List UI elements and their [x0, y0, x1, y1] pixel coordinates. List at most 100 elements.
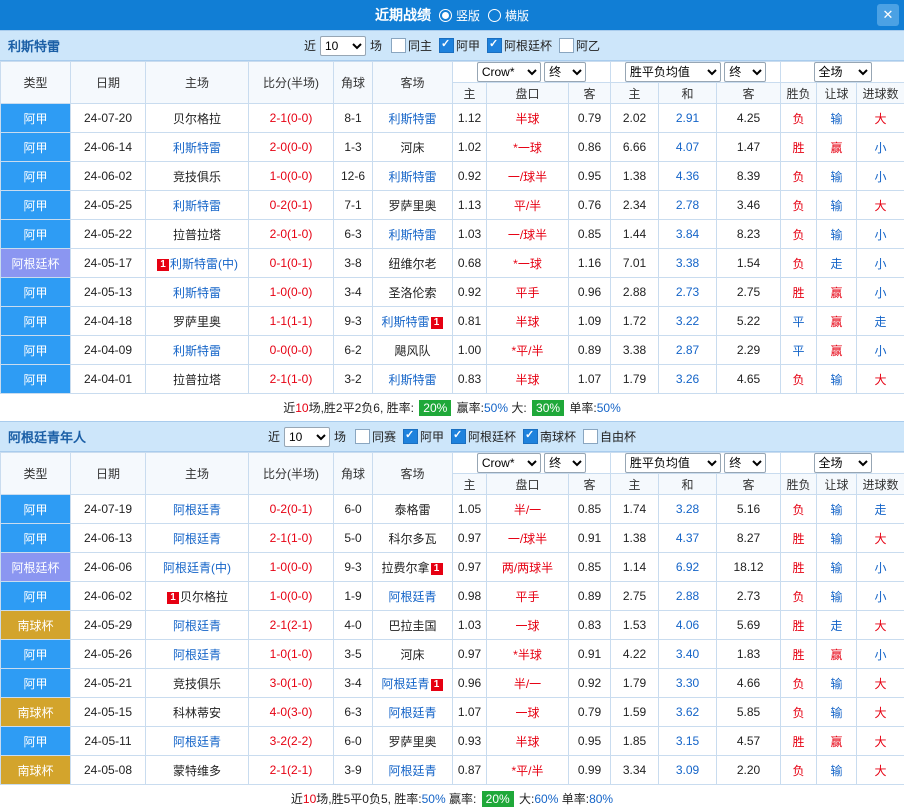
match-row: 阿甲 24-04-09 利斯特雷 0-0(0-0) 6-2 飓风队 1.00 *… [1, 336, 904, 365]
europe-odds-select[interactable]: 胜平负均值 [625, 62, 721, 82]
match-row: 南球杯 24-05-29 阿根廷青 2-1(2-1) 4-0 巴拉圭国 1.03… [1, 611, 904, 640]
odds-company-select[interactable]: Crow* [477, 62, 541, 82]
euro-home-odds: 1.79 [611, 365, 659, 394]
col-header-type: 类型 [1, 453, 71, 495]
score-cell: 1-0(0-0) [249, 582, 334, 611]
checkbox-checked-icon[interactable] [451, 429, 466, 444]
match-row: 阿甲 24-06-02 竞技俱乐 1-0(0-0) 12-6 利斯特雷 0.92… [1, 162, 904, 191]
score-cell: 1-0(1-0) [249, 640, 334, 669]
away-team-cell: 利斯特雷 [373, 365, 453, 394]
asian-away-odds: 0.91 [569, 524, 611, 553]
title-bar: 近期战绩 竖版 横版 ✕ [0, 0, 904, 30]
match-scope-select[interactable]: 全场 [814, 453, 872, 473]
result-outcome: 负 [781, 104, 817, 133]
team-name: 阿根廷青(中) [163, 561, 231, 575]
handicap-cell: *一球 [487, 249, 569, 278]
europe-odds-select[interactable]: 胜平负均值 [625, 453, 721, 473]
euro-home-odds: 1.59 [611, 698, 659, 727]
scope-dropdown-group: 全场 [781, 453, 904, 474]
odds-stage-select[interactable]: 终 [544, 62, 586, 82]
match-date: 24-06-06 [71, 553, 146, 582]
away-team-cell: 巴拉圭国 [373, 611, 453, 640]
away-team-cell: 泰格雷 [373, 495, 453, 524]
checkbox-checked-icon[interactable] [487, 38, 502, 53]
checkbox-unchecked-icon[interactable] [559, 38, 574, 53]
result-handicap: 走 [817, 249, 857, 278]
match-scope-select[interactable]: 全场 [814, 62, 872, 82]
result-goals: 小 [857, 640, 904, 669]
league-badge: 阿甲 [1, 582, 71, 611]
summary-text: 单率: [566, 399, 597, 416]
corner-cell: 6-0 [334, 495, 373, 524]
match-row: 阿根廷杯 24-05-17 1利斯特雷(中) 0-1(0-1) 3-8 纽维尔老… [1, 249, 904, 278]
filter-checkbox-label: 同主 [408, 37, 432, 54]
filter-checkbox[interactable]: 南球杯 [523, 428, 576, 445]
checkbox-checked-icon[interactable] [523, 429, 538, 444]
euro-away-odds: 2.73 [717, 582, 781, 611]
filter-checkbox[interactable]: 阿乙 [559, 37, 600, 54]
close-button[interactable]: ✕ [877, 4, 899, 26]
home-team-cell: 科林蒂安 [146, 698, 249, 727]
checkbox-checked-icon[interactable] [403, 429, 418, 444]
checkbox-unchecked-icon[interactable] [583, 429, 598, 444]
filter-checkbox[interactable]: 阿根廷杯 [451, 428, 516, 445]
result-outcome: 负 [781, 162, 817, 191]
checkbox-checked-icon[interactable] [439, 38, 454, 53]
team-name: 竞技俱乐 [173, 677, 221, 691]
corner-cell: 3-9 [334, 756, 373, 785]
league-badge: 阿甲 [1, 336, 71, 365]
euro-home-odds: 7.01 [611, 249, 659, 278]
away-team-cell: 利斯特雷 [373, 162, 453, 191]
euro-away-odds: 18.12 [717, 553, 781, 582]
away-team-cell: 圣洛伦索 [373, 278, 453, 307]
europe-stage-select[interactable]: 终 [724, 62, 766, 82]
checkbox-unchecked-icon[interactable] [391, 38, 406, 53]
match-count-select[interactable]: 10 [320, 36, 366, 56]
summary-text: 场,胜2平2负6, 胜率: [309, 399, 418, 416]
team-name: 利斯特雷 [388, 170, 436, 184]
filter-checkbox[interactable]: 自由杯 [583, 428, 636, 445]
home-team-cell: 蒙特维多 [146, 756, 249, 785]
layout-horizontal-radio[interactable]: 横版 [488, 7, 529, 24]
layout-vertical-radio[interactable]: 竖版 [439, 7, 480, 24]
filter-checkbox[interactable]: 阿甲 [439, 37, 480, 54]
red-card-badge: 1 [167, 592, 179, 604]
result-goals: 小 [857, 162, 904, 191]
filter-checkbox[interactable]: 同主 [391, 37, 432, 54]
asian-away-odds: 0.89 [569, 336, 611, 365]
odds-company-select[interactable]: Crow* [477, 453, 541, 473]
filter-checkbox[interactable]: 阿根廷杯 [487, 37, 552, 54]
score-cell: 3-0(1-0) [249, 669, 334, 698]
filter-checkbox[interactable]: 阿甲 [403, 428, 444, 445]
red-card-badge: 1 [431, 563, 443, 575]
league-badge: 南球杯 [1, 611, 71, 640]
euro-away-odds: 4.57 [717, 727, 781, 756]
sub-header-euro-home: 主 [611, 83, 659, 104]
odds-stage-select[interactable]: 终 [544, 453, 586, 473]
sub-header-handicap: 盘口 [487, 83, 569, 104]
match-row: 阿甲 24-04-18 罗萨里奥 1-1(1-1) 9-3 利斯特雷1 0.81… [1, 307, 904, 336]
col-header-score: 比分(半场) [249, 62, 334, 104]
match-count-select[interactable]: 10 [284, 427, 330, 447]
filter-checkbox-label: 阿甲 [456, 37, 480, 54]
europe-stage-select[interactable]: 终 [724, 453, 766, 473]
team-name: 泰格雷 [394, 503, 430, 517]
match-row: 阿甲 24-06-13 阿根廷青 2-1(1-0) 5-0 科尔多瓦 0.97 … [1, 524, 904, 553]
handicap-cell: 一/球半 [487, 162, 569, 191]
euro-draw-odds: 3.40 [659, 640, 717, 669]
near-label: 近 [268, 428, 280, 445]
result-goals: 大 [857, 698, 904, 727]
checkbox-unchecked-icon[interactable] [355, 429, 370, 444]
filter-checkbox[interactable]: 同赛 [355, 428, 396, 445]
sub-header-euro-away: 客 [717, 474, 781, 495]
filter-checkbox-label: 阿甲 [420, 428, 444, 445]
home-team-cell: 利斯特雷 [146, 336, 249, 365]
euro-draw-odds: 6.92 [659, 553, 717, 582]
asian-home-odds: 1.02 [453, 133, 487, 162]
team-name: 河床 [400, 648, 424, 662]
sub-header-asian-away: 客 [569, 474, 611, 495]
summary-text: 50% [597, 401, 621, 415]
team-name: 利斯特雷(中) [170, 257, 238, 271]
result-handicap: 输 [817, 669, 857, 698]
result-goals: 大 [857, 524, 904, 553]
